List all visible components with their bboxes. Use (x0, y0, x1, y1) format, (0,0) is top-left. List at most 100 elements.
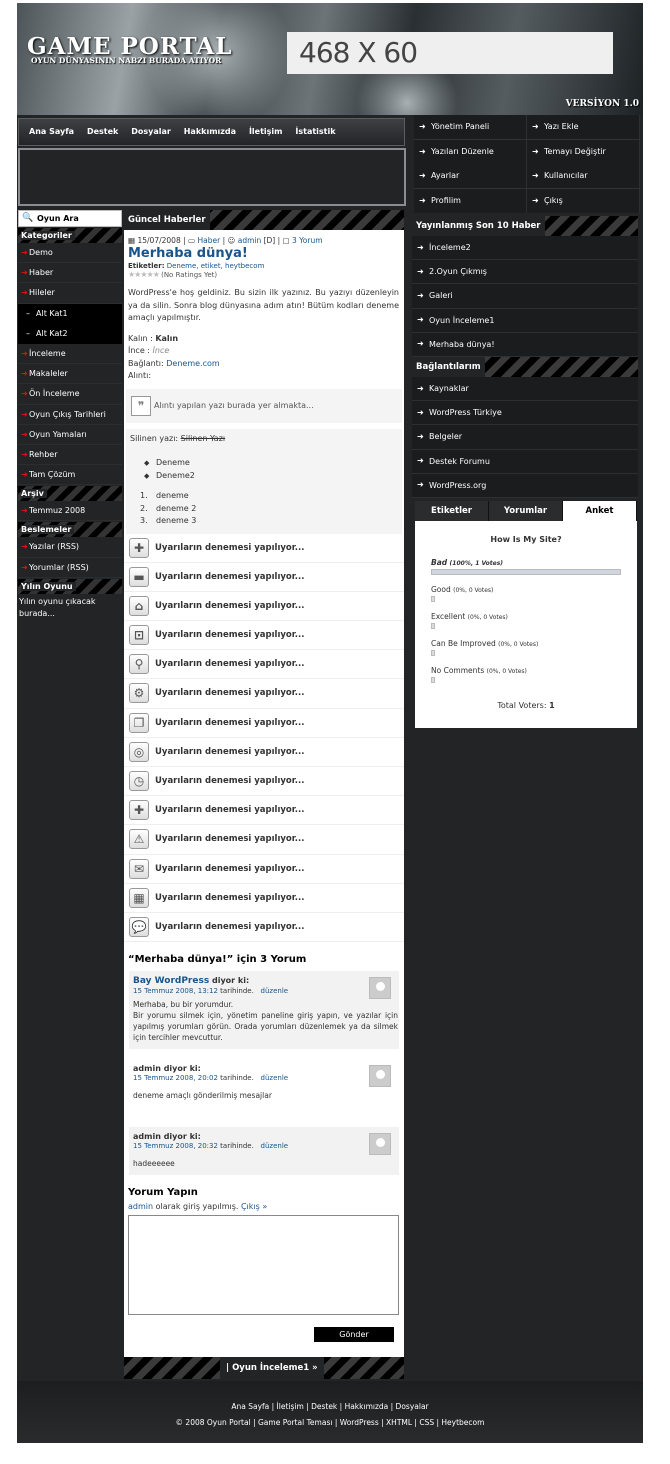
link-item[interactable]: ➜ WordPress.org (412, 473, 638, 498)
arrow-right-icon: ➜ (21, 369, 28, 379)
comments-heading: “Merhaba dünya!” için 3 Yorum (128, 954, 307, 966)
post-title[interactable]: Merhaba dünya! (124, 245, 404, 261)
comment-textarea[interactable] (128, 1215, 399, 1316)
comment-author-link[interactable]: Bay WordPress (133, 976, 209, 986)
arrow-right-icon: ➜ (21, 562, 28, 572)
tab-poll[interactable]: Anket (563, 500, 637, 521)
logout-link[interactable]: Çıkış » (241, 1202, 267, 1211)
poll-bar (431, 622, 435, 629)
submit-button[interactable]: Gönder (314, 1327, 394, 1342)
feed-comments-rss[interactable]: ➜ Yorumlar (RSS) (18, 558, 122, 578)
reply-heading: Yorum Yapın (128, 1187, 198, 1199)
subcategory-item[interactable]: – Alt Kat2 (18, 323, 122, 344)
nav-support[interactable]: Destek (87, 119, 118, 145)
logged-user-link[interactable]: admin (128, 1202, 153, 1211)
quote-label: Alıntı: (128, 371, 152, 380)
nav-home[interactable]: Ana Sayfa (29, 119, 74, 145)
links-heading: Bağlantılarım (412, 356, 638, 377)
poll-option: No Comments (0%, 0 Votes) (415, 666, 637, 683)
nav-subbox (18, 148, 406, 206)
post-tags-links[interactable]: Deneme, etiket, heytbecom (167, 262, 265, 270)
admin-change-theme[interactable]: ➜ Temayı Değiştir (527, 139, 640, 164)
arrow-right-icon: ➜ (417, 315, 424, 325)
latest-item[interactable]: ➜ İnceleme2 (412, 236, 638, 261)
feeds-heading: Beslemeler (18, 522, 122, 538)
subcategory-item[interactable]: – Alt Kat1 (18, 303, 122, 324)
latest-item[interactable]: ➜ Galeri (412, 284, 638, 309)
ad-banner[interactable]: 468 X 60 (287, 32, 613, 74)
admin-users[interactable]: ➜ Kullanıcılar (527, 164, 640, 188)
category-item[interactable]: ➜ Rehber (18, 445, 122, 466)
search-box[interactable]: 🔍 Oyun Ara (18, 210, 122, 227)
footer-links[interactable]: Ana Sayfa | İletişim | Destek | Hakkımız… (17, 1381, 643, 1415)
tab-comments[interactable]: Yorumlar (489, 500, 563, 521)
link-item[interactable]: ➜ Destek Forumu (412, 449, 638, 474)
arrow-right-icon: ➜ (21, 348, 28, 358)
admin-settings[interactable]: ➜ Ayarlar (414, 164, 527, 188)
main-nav: Ana Sayfa Destek Dosyalar Hakkımızda İle… (18, 118, 405, 146)
category-item[interactable]: ➜ İnceleme (18, 344, 122, 365)
category-item[interactable]: ➜ Oyun Yamaları (18, 425, 122, 445)
category-item[interactable]: ➜ Haber (18, 263, 122, 284)
magnifier-icon: ⚲ (129, 654, 149, 675)
avatar (369, 1133, 391, 1156)
rating-stars[interactable]: ★★★★★ (No Ratings Yet) (124, 270, 404, 279)
admin-dashboard[interactable]: ➜ Yönetim Paneli (414, 115, 527, 139)
bold-line: Kalın : Kalın (128, 333, 179, 343)
calendar-icon: ▦ (129, 887, 149, 908)
arrow-right-icon: ➜ (417, 383, 424, 393)
goty-text: Yılın oyunu çıkacak burada... (19, 596, 96, 618)
tab-tags[interactable]: Etiketler (415, 500, 489, 521)
section-heading: Güncel Haberler (124, 210, 404, 230)
category-item[interactable]: ➜ Demo (18, 243, 122, 264)
latest-item[interactable]: ➜ 2.Oyun Çıkmış (412, 260, 638, 285)
nav-stats[interactable]: İstatistik (295, 119, 335, 145)
arrow-right-icon: ➜ (21, 409, 28, 419)
calendar-icon: ▦ (128, 236, 136, 245)
comment-text: hadeeeeee (133, 1159, 175, 1169)
nav-contact[interactable]: İletişim (249, 119, 283, 145)
warning-item: ▬ Uyarıların denemesi yapılıyor... (124, 563, 404, 592)
post-comments-link[interactable]: 3 Yorum (292, 236, 322, 245)
category-item[interactable]: ➜ Oyun Çıkış Tarihleri (18, 405, 122, 425)
link-item[interactable]: ➜ Belgeler (412, 425, 638, 450)
admin-profile[interactable]: ➜ Profilim (414, 188, 527, 213)
goty-heading: Yılın Oyunu (18, 578, 122, 594)
archive-item[interactable]: ➜ Temmuz 2008 (18, 501, 122, 522)
comment-edit-link[interactable]: düzenle (261, 1074, 289, 1082)
deleted-line: Silinen yazı: Silinen Yazı (130, 433, 226, 443)
comment-date-link[interactable]: 15 Temmuz 2008, 13:12 (133, 987, 218, 995)
comment-edit-link[interactable]: düzenle (261, 1142, 289, 1150)
version-label: VERSİYON 1.0 (565, 99, 639, 109)
next-post-link[interactable]: | Oyun İnceleme1 » (220, 1357, 324, 1379)
link-item[interactable]: ➜ Kaynaklar (412, 376, 638, 402)
category-item[interactable]: ➜ Ön İnceleme (18, 384, 122, 405)
category-item[interactable]: ➜ Makaleler (18, 364, 122, 385)
footer-copyright: © 2008 Oyun Portal | Game Portal Teması … (175, 1418, 485, 1427)
nav-files[interactable]: Dosyalar (131, 119, 171, 145)
comment-edit-link[interactable]: düzenle (261, 987, 289, 995)
warning-item: ⚠ Uyarıların denemesi yapılıyor... (124, 825, 404, 855)
deneme-link[interactable]: Deneme.com (166, 359, 219, 368)
admin-edit-posts[interactable]: ➜ Yazıları Düzenle (414, 139, 527, 164)
arrow-right-icon: ➜ (21, 429, 28, 439)
post-category-link[interactable]: Haber (198, 236, 221, 245)
post-author-link[interactable]: admin (238, 236, 262, 245)
latest-item[interactable]: ➜ Merhaba dünya! (412, 332, 638, 357)
avatar (369, 977, 391, 1000)
lock-icon: ⊡ (129, 625, 149, 646)
nav-about[interactable]: Hakkımızda (184, 119, 236, 145)
disc-icon: ◎ (129, 741, 149, 762)
plus-icon: ✚ (129, 800, 149, 821)
comment-date-link[interactable]: 15 Temmuz 2008, 20:02 (133, 1074, 218, 1082)
latest-item[interactable]: ➜ Oyun İnceleme1 (412, 308, 638, 333)
category-item[interactable]: ➜ Hileler (18, 283, 122, 304)
admin-menu: ➜ Yönetim Paneli ➜ Yazı Ekle ➜ Yazıları Düze… (414, 115, 640, 213)
arrow-right-icon: ➜ (417, 456, 424, 466)
link-item[interactable]: ➜ WordPress Türkiye (412, 401, 638, 426)
admin-logout[interactable]: ➜ Çıkış (527, 188, 640, 213)
feed-posts-rss[interactable]: ➜ Yazılar (RSS) (18, 537, 122, 558)
admin-new-post[interactable]: ➜ Yazı Ekle (527, 115, 640, 139)
category-item[interactable]: ➜ Tam Çözüm (18, 465, 122, 486)
comment-date-link[interactable]: 15 Temmuz 2008, 20:32 (133, 1142, 218, 1150)
